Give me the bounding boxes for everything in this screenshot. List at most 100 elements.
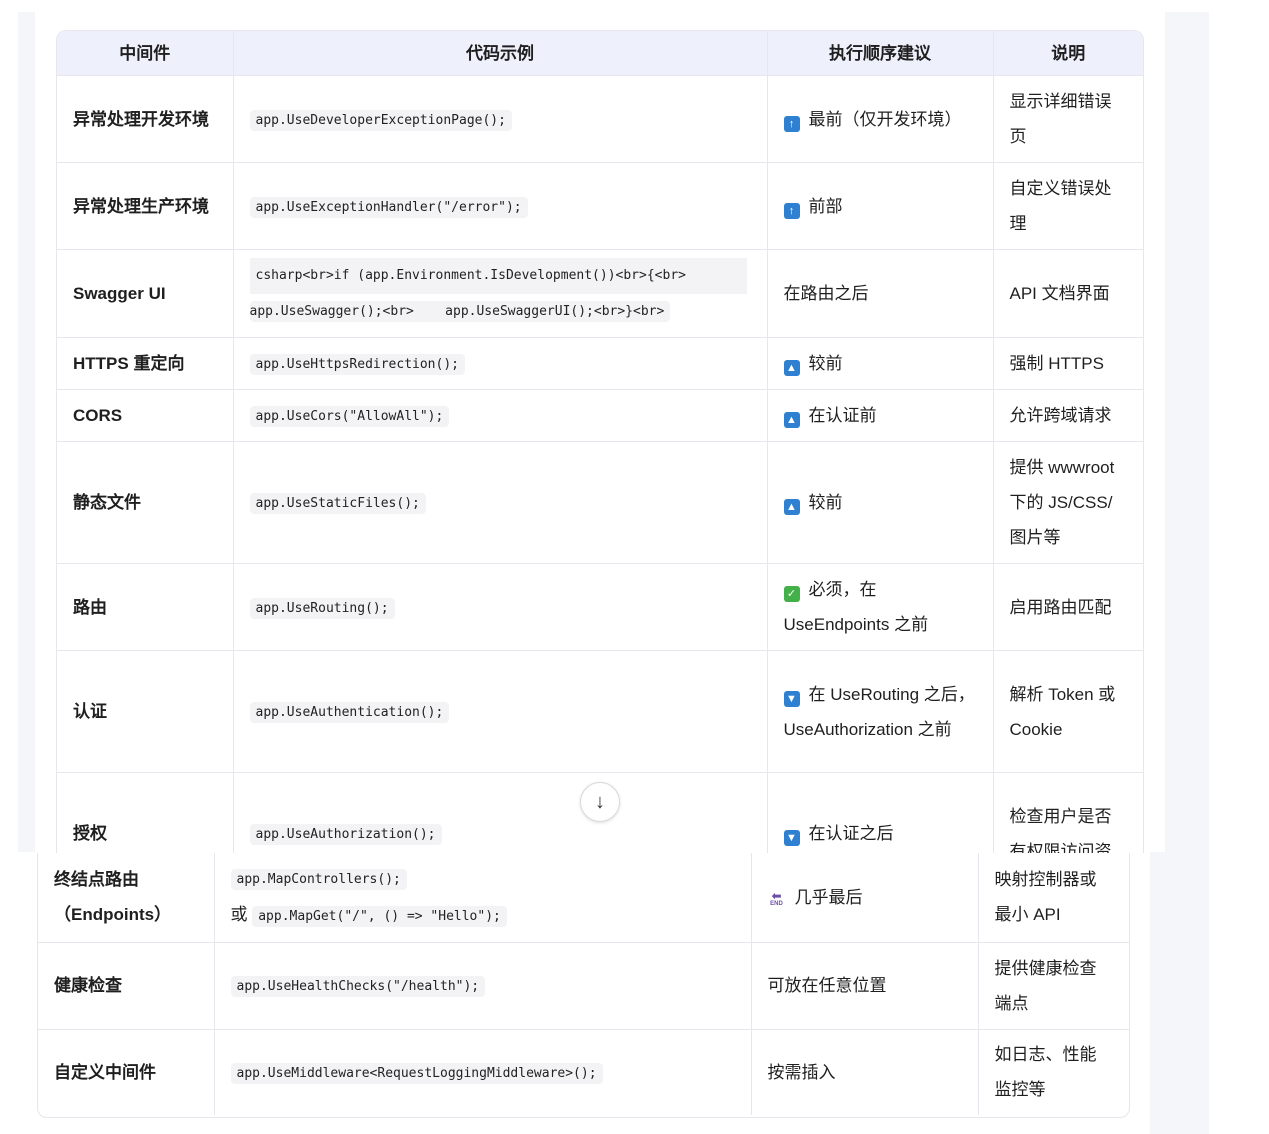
row-order: 在路由之后: [767, 249, 994, 338]
row-order: 按需插入: [751, 1029, 979, 1115]
arrow-down-icon: ↓: [595, 791, 605, 813]
code-snippet[interactable]: app.UseHttpsRedirection();: [249, 354, 465, 375]
table-header-row: 中间件 代码示例 执行顺序建议 说明: [57, 31, 1143, 76]
middleware-table: 中间件 代码示例 执行顺序建议 说明 异常处理开发环境 app.UseDevel…: [57, 31, 1143, 853]
row-name: CORS: [57, 389, 234, 442]
row-desc: 显示详细错误页: [993, 75, 1143, 163]
order-text: 在 UseRouting 之后，UseAuthorization 之前: [783, 684, 975, 739]
middleware-table-upper: 中间件 代码示例 执行顺序建议 说明 异常处理开发环境 app.UseDevel…: [56, 30, 1144, 853]
row-desc: 启用路由匹配: [993, 563, 1143, 651]
right-background-strip: [1165, 12, 1209, 1134]
table-row: 认证 app.UseAuthentication(); ▼ 在 UseRoutin…: [57, 650, 1143, 773]
table-row: 路由 app.UseRouting(); ✓ 必须，在 UseEndpoints …: [57, 563, 1143, 651]
order-text: 最前（仅开发环境）: [808, 109, 962, 129]
row-name: 认证: [57, 650, 234, 773]
code-snippet[interactable]: app.UseDeveloperExceptionPage();: [249, 109, 512, 131]
up-arrow-icon: ↑: [783, 202, 800, 219]
row-desc: 强制 HTTPS: [993, 337, 1143, 390]
code-or-label: 或: [230, 905, 248, 925]
row-order: ✓ 必须，在 UseEndpoints 之前: [767, 563, 994, 651]
code-snippet[interactable]: app.UseExceptionHandler("/error");: [249, 196, 528, 218]
row-order: ▲ 在认证前: [767, 389, 994, 442]
middleware-table-lower: 终结点路由（Endpoints） app.MapControllers(); 或…: [37, 853, 1130, 1118]
order-text: 较前: [808, 493, 843, 512]
row-name: HTTPS 重定向: [57, 337, 234, 390]
row-code: app.UseHttpsRedirection();: [233, 337, 768, 390]
row-desc: 检查用户是否有权限访问资: [993, 772, 1143, 853]
row-code: app.UseHealthChecks("/health");: [214, 942, 752, 1030]
row-desc: 映射控制器或最小 API: [978, 853, 1129, 943]
row-desc: 自定义错误处理: [993, 162, 1143, 250]
middleware-table-continued: 终结点路由（Endpoints） app.MapControllers(); 或…: [38, 853, 1129, 1115]
code-snippet[interactable]: app.UseCors("AllowAll");: [249, 406, 450, 427]
row-name: 终结点路由（Endpoints）: [38, 853, 215, 943]
order-text: 前部: [808, 196, 843, 216]
row-code: csharp<br>if (app.Environment.IsDevelopm…: [233, 249, 768, 338]
code-snippet[interactable]: app.UseMiddleware<RequestLoggingMiddlewa…: [230, 1062, 603, 1084]
table-row: 静态文件 app.UseStaticFiles(); ▲ 较前 提供 wwwroo…: [57, 441, 1143, 564]
row-code: app.UseDeveloperExceptionPage();: [233, 75, 768, 163]
row-order: ▼ 在认证之后: [767, 772, 994, 853]
up-arrow-icon: ↑: [783, 115, 800, 132]
row-code: app.UseRouting();: [233, 563, 768, 651]
order-text: 在认证之后: [808, 824, 894, 843]
row-name: 健康检查: [38, 942, 215, 1030]
row-desc: 解析 Token 或 Cookie: [993, 650, 1143, 773]
code-snippet[interactable]: app.UseStaticFiles();: [249, 493, 426, 514]
row-order: ⬅ END 几乎最后: [751, 853, 979, 943]
table-row: 自定义中间件 app.UseMiddleware<RequestLoggingM…: [38, 1029, 1129, 1115]
table-row: HTTPS 重定向 app.UseHttpsRedirection(); ▲ 较前…: [57, 337, 1143, 390]
row-code: app.MapControllers(); 或 app.MapGet("/", …: [214, 853, 752, 943]
row-code: app.UseAuthentication();: [233, 650, 768, 773]
table-row: 异常处理开发环境 app.UseDeveloperExceptionPage()…: [57, 75, 1143, 163]
row-name: 异常处理生产环境: [57, 162, 234, 250]
left-background-strip: [18, 12, 35, 852]
right-background-strip-lower: [1150, 852, 1165, 1134]
header-order: 执行顺序建议: [767, 31, 994, 76]
code-snippet[interactable]: app.UseAuthentication();: [249, 702, 450, 723]
row-name: 静态文件: [57, 441, 234, 564]
row-order: 可放在任意位置: [751, 942, 979, 1030]
code-snippet[interactable]: app.UseRouting();: [249, 597, 395, 619]
order-text: 较前: [808, 354, 843, 373]
row-code: app.UseExceptionHandler("/error");: [233, 162, 768, 250]
row-desc: 提供健康检查端点: [978, 942, 1129, 1030]
code-snippet[interactable]: app.MapControllers();: [230, 869, 407, 891]
header-middleware: 中间件: [57, 31, 234, 76]
row-desc: 允许跨域请求: [993, 389, 1143, 442]
scroll-down-button[interactable]: ↓: [580, 782, 620, 822]
row-code: app.UseStaticFiles();: [233, 441, 768, 564]
table-row: 健康检查 app.UseHealthChecks("/health"); 可放在…: [38, 942, 1129, 1030]
row-name: 路由: [57, 563, 234, 651]
code-snippet-alt[interactable]: app.MapGet("/", () => "Hello");: [252, 906, 507, 928]
code-block[interactable]: csharp<br>if (app.Environment.IsDevelopm…: [249, 257, 751, 330]
table-row: Swagger UI csharp<br>if (app.Environment…: [57, 249, 1143, 338]
header-code-example: 代码示例: [233, 31, 768, 76]
row-name: 异常处理开发环境: [57, 75, 234, 163]
order-text: 几乎最后: [794, 887, 863, 907]
code-line-1: csharp<br>if (app.Environment.IsDevelopm…: [249, 257, 747, 294]
end-arrow-icon: ⬅ END: [770, 888, 783, 907]
row-name: Swagger UI: [57, 249, 234, 338]
row-desc: 提供 wwwroot 下的 JS/CSS/图片等: [993, 441, 1143, 564]
row-name: 自定义中间件: [38, 1029, 215, 1115]
row-code: app.UseAuthorization();: [233, 772, 768, 853]
triangle-up-icon: ▲: [783, 412, 800, 428]
code-snippet[interactable]: app.UseAuthorization();: [249, 824, 442, 845]
row-order: ▼ 在 UseRouting 之后，UseAuthorization 之前: [767, 650, 994, 773]
table-row: 异常处理生产环境 app.UseExceptionHandler("/error…: [57, 162, 1143, 250]
order-text: 在认证前: [808, 406, 877, 425]
row-order: ▲ 较前: [767, 441, 994, 564]
row-desc: API 文档界面: [993, 249, 1143, 338]
header-description: 说明: [993, 31, 1143, 76]
table-row: CORS app.UseCors("AllowAll"); ▲ 在认证前 允许跨域…: [57, 389, 1143, 442]
row-order: ↑ 前部: [767, 162, 994, 250]
row-code: app.UseMiddleware<RequestLoggingMiddlewa…: [214, 1029, 752, 1115]
triangle-down-icon: ▼: [783, 690, 800, 707]
row-desc: 如日志、性能监控等: [994, 1045, 1097, 1100]
order-text: 必须，在 UseEndpoints 之前: [783, 580, 929, 634]
row-order: ▲ 较前: [767, 337, 994, 390]
code-snippet[interactable]: app.UseHealthChecks("/health");: [230, 976, 486, 997]
row-name: 授权: [57, 772, 234, 853]
triangle-up-icon: ▲: [783, 499, 800, 515]
